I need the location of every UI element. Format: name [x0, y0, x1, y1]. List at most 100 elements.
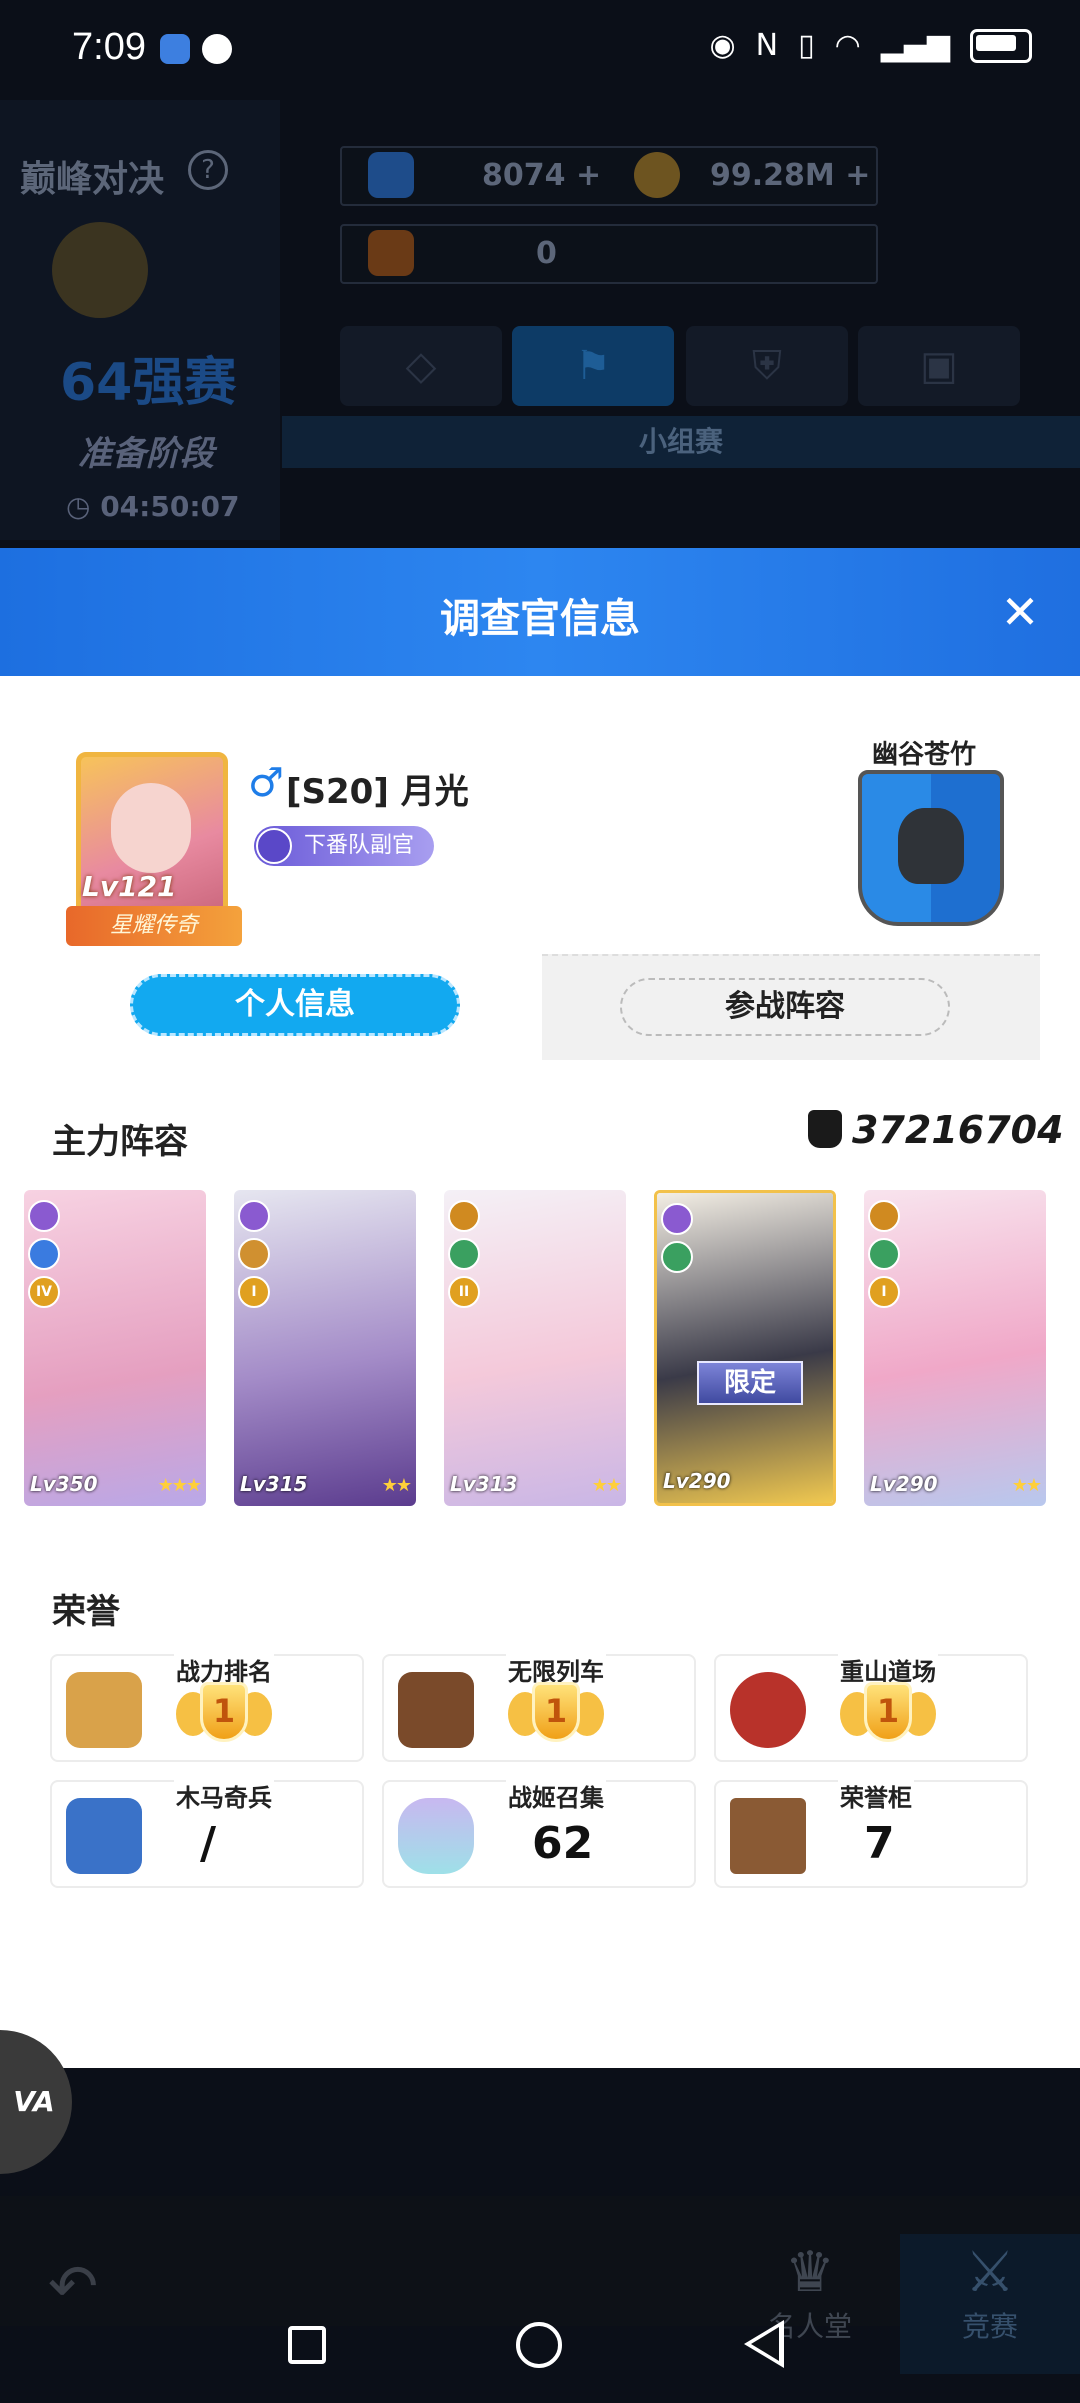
hero-level: Lv290: [870, 1472, 938, 1496]
tab-shield[interactable]: ⛨: [686, 326, 848, 406]
helmet-icon: [898, 808, 964, 884]
info-tabs: 个人信息 参战阵容: [36, 954, 1040, 1060]
notification-icon: [202, 34, 232, 64]
player-name: [S20] 月光: [286, 772, 469, 812]
swords-icon: ⚔: [964, 2240, 1016, 2305]
crown-icon: ♛: [784, 2240, 836, 2305]
honor-trojan-soldier[interactable]: 木马奇兵 /: [50, 1778, 364, 1888]
medal-rank: 1: [200, 1682, 248, 1742]
card-badges: [661, 1203, 693, 1273]
honor-power-rank[interactable]: 战力排名 1: [50, 1652, 364, 1762]
resource-bar-2: 0: [340, 224, 878, 284]
hero-card[interactable]: I Lv290 ★★: [864, 1190, 1046, 1506]
rank-badge: 下番队副官: [254, 826, 434, 866]
timer-value: 04:50:07: [100, 490, 240, 523]
card-badges: I: [238, 1200, 270, 1308]
fist-icon: [66, 1672, 142, 1748]
hero-level: Lv290: [663, 1469, 731, 1493]
eye-icon: ◉: [709, 28, 736, 63]
drum-icon: [730, 1672, 806, 1748]
player-level: Lv121: [82, 870, 177, 903]
class-icon: [238, 1238, 270, 1270]
lineup-title: 主力阵容: [52, 1122, 188, 1162]
honor-label: 木马奇兵: [174, 1778, 274, 1813]
rank-title: 下番队副官: [304, 833, 415, 858]
stage-label: 准备阶段: [78, 434, 214, 474]
status-time: 7:09: [72, 26, 146, 68]
gold-value: 99.28M +: [710, 158, 871, 193]
status-bar: 7:09 ◉ N ▯ ◠ ▂▄▆: [0, 0, 1080, 100]
investigator-info-modal: 调查官信息 ✕ Lv121 星耀传奇 ♂ [S20] 月光 下番队副官 幽谷苍竹…: [0, 548, 1080, 2068]
tab-quiz[interactable]: ◇: [340, 326, 502, 406]
hero-stars: ★★: [591, 1475, 622, 1496]
countdown-timer: ◷ 04:50:07: [66, 490, 240, 523]
app-notification-icon: [160, 34, 190, 64]
signal-icon: ▂▄▆: [880, 28, 950, 63]
tab-profile[interactable]: ▣: [858, 326, 1020, 406]
male-icon: ♂: [248, 760, 284, 806]
card-badges: II: [448, 1200, 480, 1308]
diamond-icon: [368, 152, 414, 198]
tier-badge: IV: [28, 1276, 60, 1308]
resource-value: 0: [536, 236, 557, 271]
battery-icon: [970, 28, 1032, 63]
class-icon: [448, 1238, 480, 1270]
modal-header: 调查官信息 ✕: [0, 548, 1080, 676]
currency-bar: 8074 + 99.28M +: [340, 146, 878, 206]
honor-infinite-train[interactable]: 无限列车 1: [382, 1652, 696, 1762]
card-badges: IV: [28, 1200, 60, 1308]
honor-value: 62: [532, 1818, 594, 1869]
chest-icon: [368, 230, 414, 276]
tab-personal-info[interactable]: 个人信息: [130, 974, 460, 1036]
card-badges: I: [868, 1200, 900, 1308]
help-icon[interactable]: ?: [188, 150, 228, 190]
hero-card[interactable]: I Lv315 ★★: [234, 1190, 416, 1506]
back-button-inner: [751, 2327, 779, 2361]
rank-medal: 1: [508, 1678, 604, 1750]
frame-title: 星耀传奇: [66, 906, 242, 946]
knight-icon: [66, 1798, 142, 1874]
recents-button[interactable]: [288, 2326, 326, 2364]
nfc-icon: N: [755, 28, 779, 63]
hero-card[interactable]: II Lv313 ★★: [444, 1190, 626, 1506]
diamond-value: 8074 +: [482, 158, 602, 193]
tab-bracket[interactable]: ⚑: [512, 326, 674, 406]
faction-icon: [28, 1200, 60, 1232]
hero-card[interactable]: IV Lv350 ★★★: [24, 1190, 206, 1506]
coin-icon: [634, 152, 680, 198]
tab-battle-lineup[interactable]: 参战阵容: [620, 978, 950, 1036]
class-icon: [28, 1238, 60, 1270]
bracket-title: 64强赛: [60, 353, 237, 413]
wifi-icon: ◠: [834, 28, 861, 63]
rank-icon: [256, 828, 292, 864]
train-icon: [398, 1672, 474, 1748]
hero-stars: ★★★: [157, 1475, 202, 1496]
close-button[interactable]: ✕: [996, 588, 1044, 636]
faction-icon: [448, 1200, 480, 1232]
avatar-portrait: [111, 783, 191, 873]
honor-label: 战姬召集: [506, 1778, 606, 1813]
guild-name: 幽谷苍竹: [872, 740, 977, 770]
group-stage-bar[interactable]: 小组赛: [282, 416, 1080, 468]
hero-level: Lv315: [240, 1472, 308, 1496]
honor-trophy-cabinet[interactable]: 荣誉柜 7: [714, 1778, 1028, 1888]
hero-card[interactable]: 限定 Lv290: [654, 1190, 836, 1506]
hero-stars: ★★: [1011, 1475, 1042, 1496]
medal-rank: 1: [532, 1682, 580, 1742]
guild-emblem[interactable]: [858, 770, 1004, 926]
home-button[interactable]: [516, 2322, 562, 2368]
mode-title: 巅峰对决: [20, 159, 165, 200]
class-icon: [661, 1241, 693, 1273]
honor-valkyrie-summon[interactable]: 战姬召集 62: [382, 1778, 696, 1888]
vibrate-icon: ▯: [798, 28, 815, 63]
limited-tag: 限定: [697, 1361, 803, 1405]
faction-icon: [868, 1200, 900, 1232]
tier-badge: II: [448, 1276, 480, 1308]
modal-title: 调查官信息: [440, 596, 640, 642]
faction-icon: [238, 1200, 270, 1232]
honor-value: 7: [864, 1818, 895, 1869]
rank-medal: 1: [840, 1678, 936, 1750]
honor-mountain-dojo[interactable]: 重山道场 1: [714, 1652, 1028, 1762]
combat-power: 37216704: [852, 1108, 1064, 1152]
hero-level: Lv313: [450, 1472, 518, 1496]
